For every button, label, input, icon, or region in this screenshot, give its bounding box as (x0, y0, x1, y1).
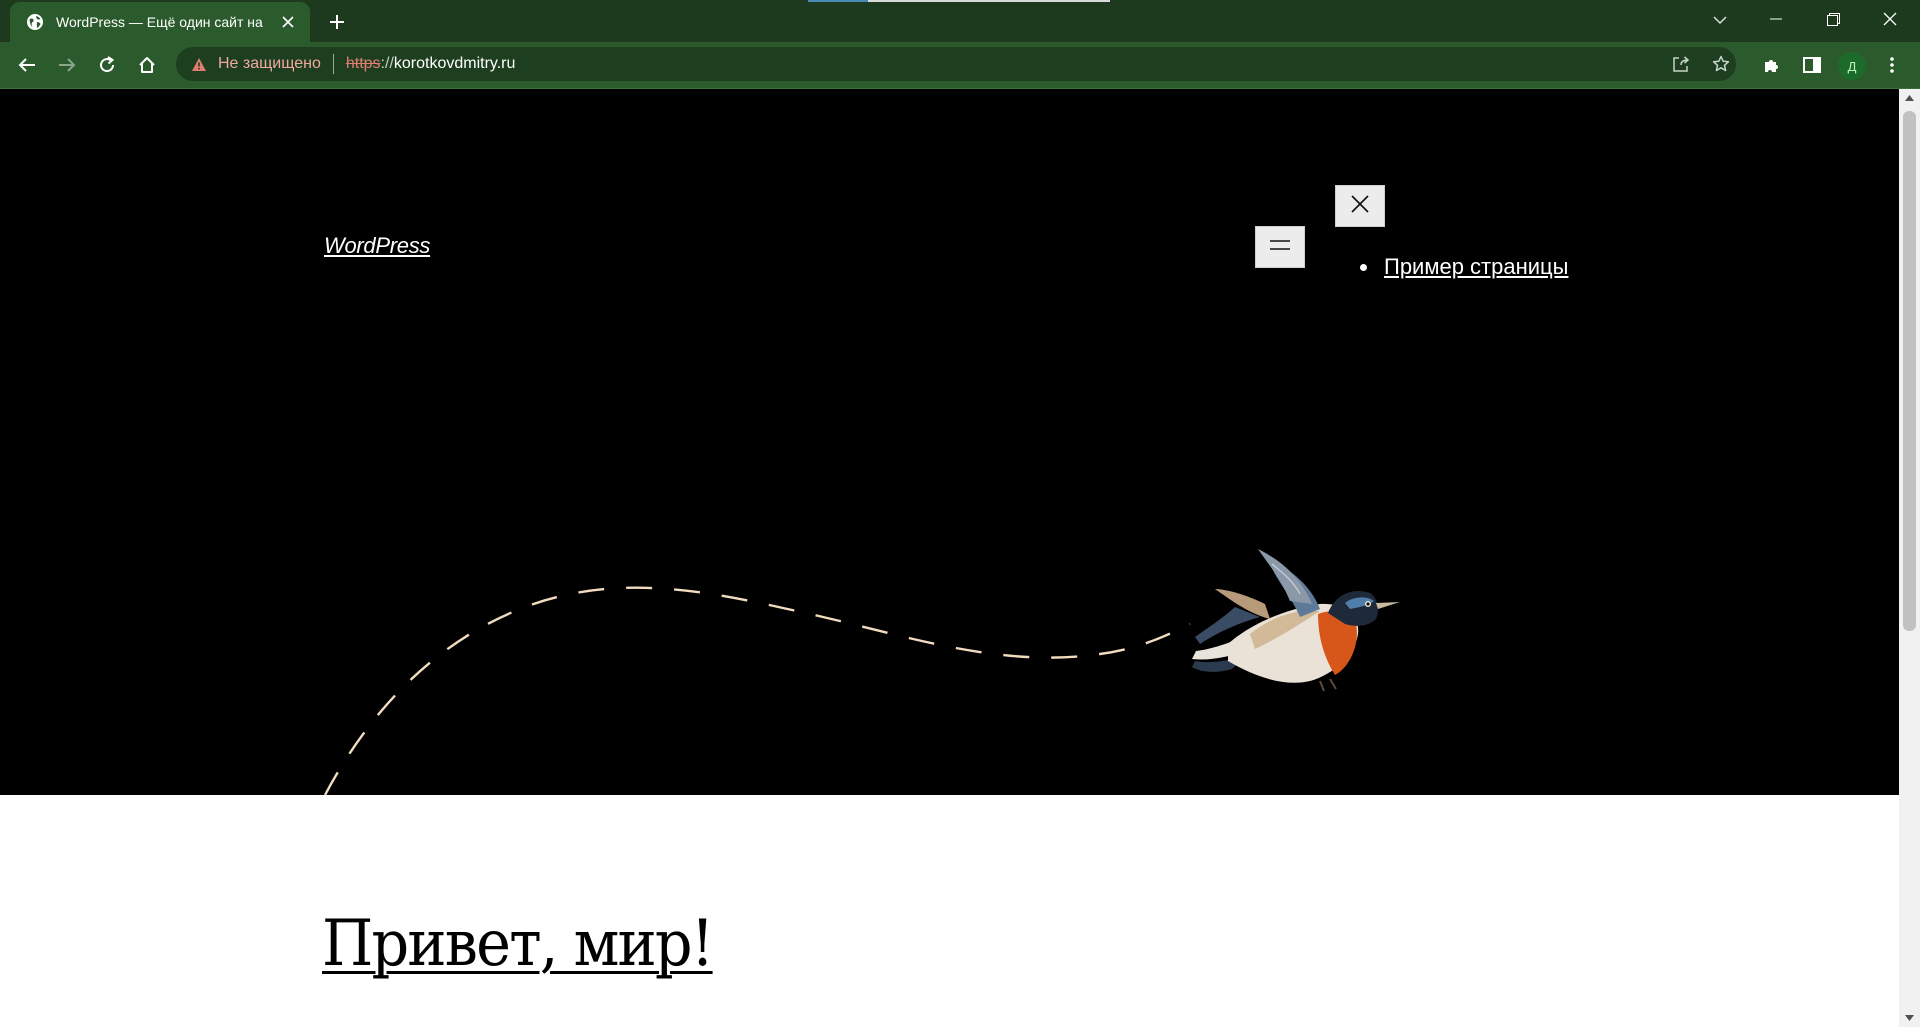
url-host: korotkovdmitry.ru (393, 55, 516, 72)
new-tab-button[interactable] (324, 10, 350, 34)
globe-icon (26, 13, 44, 31)
page-viewport: WordPress Пример страницы Привет, мир! (0, 89, 1899, 1027)
browser-tab[interactable]: WordPress — Ещё один сайт на (10, 2, 310, 42)
menu-close-button[interactable] (1335, 185, 1385, 227)
window-caption-accent (808, 0, 868, 2)
hero-illustration (323, 549, 1400, 795)
close-icon[interactable] (278, 12, 298, 32)
menu-icon (1269, 238, 1291, 256)
chevron-down-icon[interactable] (1700, 6, 1740, 34)
hero-header: WordPress Пример страницы (0, 89, 1899, 795)
tab-strip: WordPress — Ещё один сайт на (0, 0, 1920, 42)
security-status[interactable]: Не защищено (218, 55, 321, 73)
browser-toolbar: Не защищено https://korotkovdmitry.ru Д (0, 42, 1920, 88)
bird-illustration (1192, 549, 1400, 692)
url-separator: :// (380, 55, 394, 72)
omnibox-divider (332, 54, 334, 74)
back-button[interactable] (11, 49, 43, 81)
minimize-button[interactable] (1749, 0, 1803, 38)
extensions-icon[interactable] (1756, 49, 1788, 81)
star-icon[interactable] (1704, 47, 1738, 81)
reload-button[interactable] (91, 49, 123, 81)
nav-link-sample-page[interactable]: Пример страницы (1384, 254, 1568, 280)
page-scrollbar[interactable] (1899, 89, 1920, 1027)
profile-avatar[interactable]: Д (1838, 52, 1866, 80)
more-menu-icon[interactable] (1876, 49, 1908, 81)
scroll-down-arrow-icon[interactable] (1899, 1009, 1920, 1027)
scroll-up-arrow-icon[interactable] (1899, 89, 1920, 107)
side-panel-icon[interactable] (1796, 49, 1828, 81)
primary-navigation: Пример страницы (1360, 254, 1568, 280)
nav-item-sample-page: Пример страницы (1360, 254, 1568, 280)
forward-button[interactable] (51, 49, 83, 81)
share-icon[interactable] (1664, 47, 1698, 81)
flight-path (323, 586, 1191, 795)
home-button[interactable] (131, 49, 163, 81)
tab-title: WordPress — Ещё один сайт на (56, 14, 263, 30)
warning-icon[interactable] (190, 55, 208, 73)
address-bar[interactable]: Не защищено https://korotkovdmitry.ru (176, 47, 1736, 81)
site-title-link[interactable]: WordPress (324, 233, 430, 259)
window-caption-highlight (868, 0, 1110, 2)
list-bullet (1360, 263, 1367, 271)
close-icon (1350, 194, 1370, 219)
restore-button[interactable] (1806, 0, 1860, 38)
url-scheme: https (345, 55, 381, 72)
scrollbar-thumb[interactable] (1903, 111, 1916, 631)
menu-open-button[interactable] (1255, 226, 1305, 268)
window-close-button[interactable] (1863, 0, 1917, 38)
post-title-link[interactable]: Привет, мир! (322, 907, 714, 981)
